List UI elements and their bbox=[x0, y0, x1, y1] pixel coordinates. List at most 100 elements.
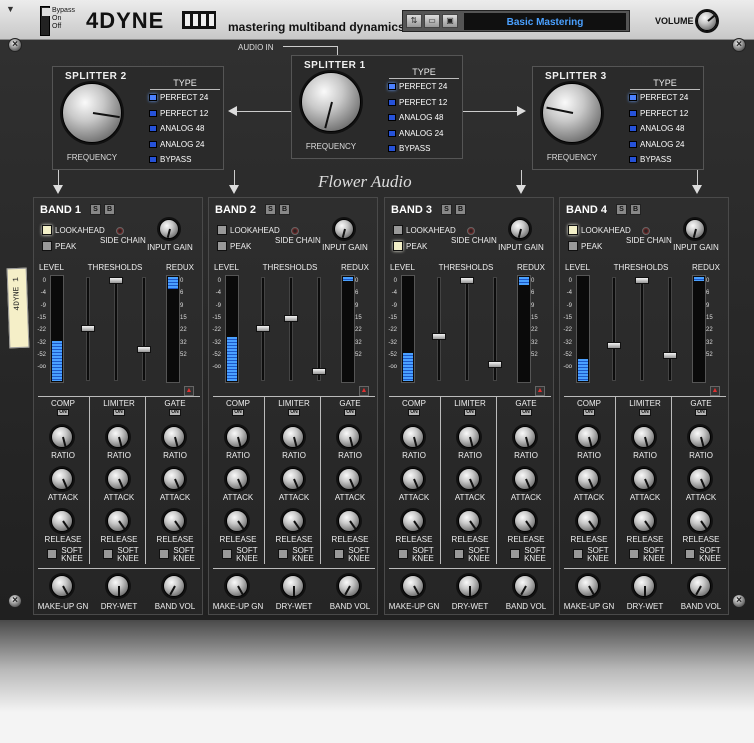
type-option-perfect-12[interactable]: PERFECT 12 bbox=[388, 98, 447, 107]
gate-attack-knob[interactable] bbox=[514, 468, 536, 490]
soft-knee-checkbox[interactable] bbox=[398, 549, 408, 559]
soft-knee-checkbox[interactable] bbox=[334, 549, 344, 559]
gate-release-knob[interactable] bbox=[689, 510, 711, 532]
dry-wet-knob[interactable] bbox=[633, 575, 655, 597]
gate-attack-knob[interactable] bbox=[163, 468, 185, 490]
comp-release-knob[interactable] bbox=[226, 510, 248, 532]
solo-button[interactable]: S bbox=[265, 204, 276, 215]
band-bypass-button[interactable]: B bbox=[630, 204, 641, 215]
dry-wet-knob[interactable] bbox=[458, 575, 480, 597]
solo-button[interactable]: S bbox=[441, 204, 452, 215]
soft-knee-checkbox[interactable] bbox=[47, 549, 57, 559]
band-bypass-button[interactable]: B bbox=[104, 204, 115, 215]
type-option-perfect-24[interactable]: PERFECT 24 bbox=[629, 93, 688, 102]
type-option-analog-48[interactable]: ANALOG 48 bbox=[388, 113, 443, 122]
lookahead-checkbox[interactable] bbox=[217, 225, 227, 235]
limiter-threshold-slider[interactable] bbox=[109, 277, 123, 284]
folder-icon[interactable]: ▭ bbox=[424, 14, 440, 28]
gate-attack-knob[interactable] bbox=[338, 468, 360, 490]
gate-release-knob[interactable] bbox=[163, 510, 185, 532]
comp-threshold-slider[interactable] bbox=[81, 325, 95, 332]
lookahead-checkbox[interactable] bbox=[393, 225, 403, 235]
limiter-attack-knob[interactable] bbox=[107, 468, 129, 490]
limiter-release-knob[interactable] bbox=[633, 510, 655, 532]
comp-on-button[interactable]: ON bbox=[232, 409, 244, 416]
side-chain-led[interactable] bbox=[467, 227, 475, 235]
gate-release-knob[interactable] bbox=[338, 510, 360, 532]
limiter-ratio-knob[interactable] bbox=[458, 426, 480, 448]
limiter-release-knob[interactable] bbox=[107, 510, 129, 532]
limiter-release-knob[interactable] bbox=[282, 510, 304, 532]
preset-up-down-icon[interactable]: ⇅ bbox=[406, 14, 422, 28]
gate-threshold-slider[interactable] bbox=[312, 368, 326, 376]
solo-button[interactable]: S bbox=[90, 204, 101, 215]
soft-knee-checkbox[interactable] bbox=[278, 549, 288, 559]
input-gain-knob[interactable] bbox=[510, 219, 530, 239]
collapse-arrow-icon[interactable]: ▼ bbox=[6, 4, 15, 14]
comp-attack-knob[interactable] bbox=[402, 468, 424, 490]
preset-display[interactable]: Basic Mastering bbox=[463, 12, 627, 31]
gate-threshold-slider[interactable] bbox=[137, 346, 151, 354]
solo-button[interactable]: S bbox=[616, 204, 627, 215]
band-volume-knob[interactable] bbox=[163, 575, 185, 597]
soft-knee-checkbox[interactable] bbox=[454, 549, 464, 559]
gate-threshold-slider[interactable] bbox=[663, 351, 677, 359]
soft-knee-checkbox[interactable] bbox=[685, 549, 695, 559]
type-option-bypass[interactable]: BYPASS bbox=[149, 155, 191, 164]
band-volume-knob[interactable] bbox=[514, 575, 536, 597]
comp-release-knob[interactable] bbox=[402, 510, 424, 532]
type-option-analog-48[interactable]: ANALOG 48 bbox=[629, 124, 684, 133]
gate-on-button[interactable]: ON bbox=[520, 409, 532, 416]
lookahead-checkbox[interactable] bbox=[568, 225, 578, 235]
limiter-release-knob[interactable] bbox=[458, 510, 480, 532]
peak-checkbox[interactable] bbox=[42, 241, 52, 251]
limiter-threshold-slider[interactable] bbox=[635, 277, 649, 284]
comp-threshold-slider[interactable] bbox=[607, 342, 621, 350]
limiter-ratio-knob[interactable] bbox=[107, 426, 129, 448]
side-chain-led[interactable] bbox=[642, 227, 650, 235]
limiter-ratio-knob[interactable] bbox=[633, 426, 655, 448]
limiter-attack-knob[interactable] bbox=[282, 468, 304, 490]
band-volume-knob[interactable] bbox=[338, 575, 360, 597]
frequency-knob[interactable] bbox=[62, 83, 122, 143]
gate-threshold-slider[interactable] bbox=[488, 361, 502, 369]
gate-on-button[interactable]: ON bbox=[169, 409, 181, 416]
comp-ratio-knob[interactable] bbox=[577, 426, 599, 448]
make-up-gain-knob[interactable] bbox=[51, 575, 73, 597]
make-up-gain-knob[interactable] bbox=[402, 575, 424, 597]
gate-ratio-knob[interactable] bbox=[514, 426, 536, 448]
band-bypass-button[interactable]: B bbox=[279, 204, 290, 215]
comp-attack-knob[interactable] bbox=[51, 468, 73, 490]
soft-knee-checkbox[interactable] bbox=[103, 549, 113, 559]
comp-ratio-knob[interactable] bbox=[226, 426, 248, 448]
bypass-switch[interactable] bbox=[40, 6, 50, 36]
comp-threshold-slider[interactable] bbox=[432, 332, 446, 340]
type-option-analog-24[interactable]: ANALOG 24 bbox=[149, 140, 204, 149]
side-chain-led[interactable] bbox=[291, 227, 299, 235]
soft-knee-checkbox[interactable] bbox=[573, 549, 583, 559]
gate-release-knob[interactable] bbox=[514, 510, 536, 532]
comp-ratio-knob[interactable] bbox=[51, 426, 73, 448]
side-chain-led[interactable] bbox=[116, 227, 124, 235]
frequency-knob[interactable] bbox=[301, 72, 361, 132]
limiter-threshold-slider[interactable] bbox=[460, 277, 474, 284]
type-option-perfect-24[interactable]: PERFECT 24 bbox=[388, 82, 447, 91]
band-volume-knob[interactable] bbox=[689, 575, 711, 597]
gate-ratio-knob[interactable] bbox=[163, 426, 185, 448]
comp-threshold-slider[interactable] bbox=[256, 325, 270, 332]
master-volume-knob[interactable] bbox=[697, 11, 717, 31]
comp-release-knob[interactable] bbox=[51, 510, 73, 532]
comp-on-button[interactable]: ON bbox=[583, 409, 595, 416]
input-gain-knob[interactable] bbox=[159, 219, 179, 239]
comp-on-button[interactable]: ON bbox=[408, 409, 420, 416]
gate-ratio-knob[interactable] bbox=[338, 426, 360, 448]
limiter-attack-knob[interactable] bbox=[633, 468, 655, 490]
lookahead-checkbox[interactable] bbox=[42, 225, 52, 235]
gate-on-button[interactable]: ON bbox=[344, 409, 356, 416]
frequency-knob[interactable] bbox=[542, 83, 602, 143]
limiter-on-button[interactable]: ON bbox=[113, 409, 125, 416]
comp-on-button[interactable]: ON bbox=[57, 409, 69, 416]
comp-attack-knob[interactable] bbox=[577, 468, 599, 490]
type-option-bypass[interactable]: BYPASS bbox=[388, 144, 430, 153]
gate-ratio-knob[interactable] bbox=[689, 426, 711, 448]
